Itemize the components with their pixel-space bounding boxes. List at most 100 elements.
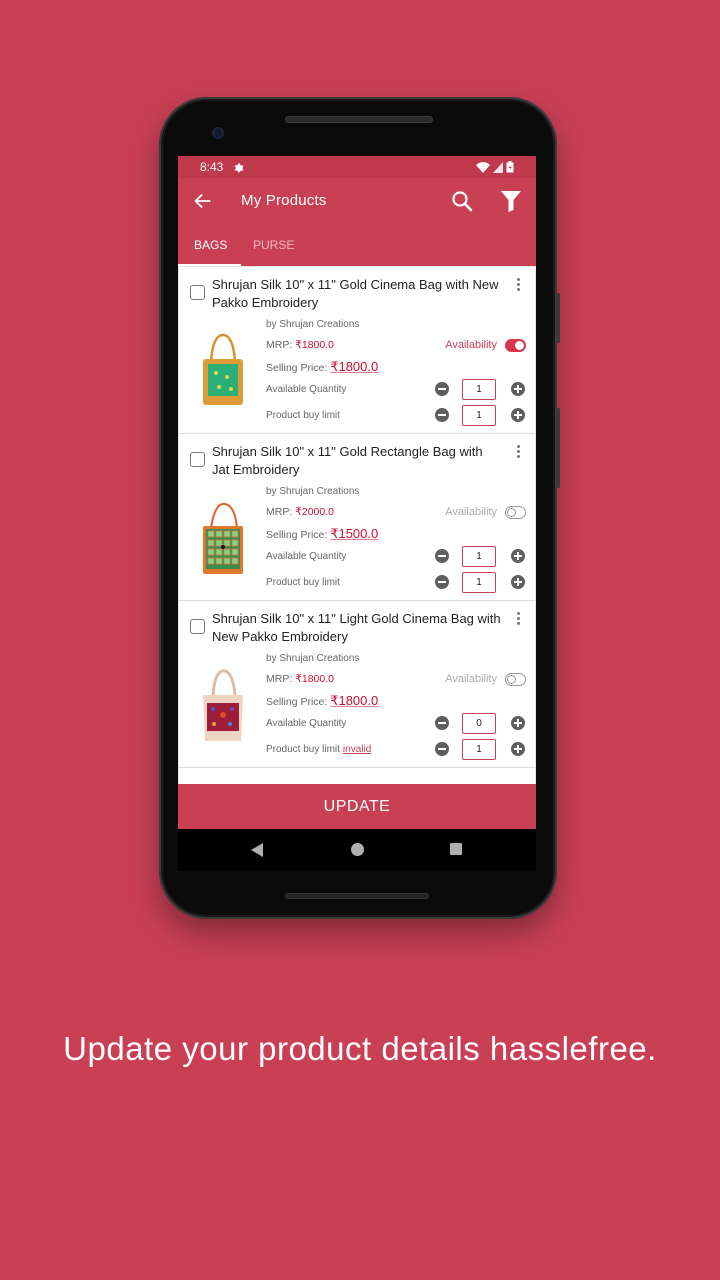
plus-icon[interactable]: [511, 575, 525, 589]
minus-icon[interactable]: [435, 575, 449, 589]
product-title: Shrujan Silk 10" x 11" Light Gold Cinema…: [212, 611, 501, 644]
buy-limit-text: Product buy limit: [266, 410, 340, 421]
filter-icon[interactable]: [500, 189, 522, 213]
status-time: 8:43: [200, 160, 224, 174]
product-image: [203, 669, 243, 741]
availability-toggle[interactable]: [505, 339, 526, 352]
available-quantity-label: Available Quantity: [266, 551, 347, 562]
available-quantity-stepper: 0: [435, 713, 525, 734]
minus-icon[interactable]: [435, 549, 449, 563]
plus-icon[interactable]: [511, 408, 525, 422]
product-image: [203, 502, 243, 574]
availability-toggle[interactable]: [505, 506, 526, 519]
buy-limit-stepper: 1: [435, 572, 525, 593]
minus-icon[interactable]: [435, 382, 449, 396]
tab-bags[interactable]: BAGS: [194, 238, 227, 252]
available-quantity-stepper: 1: [435, 379, 525, 400]
mrp-row: MRP: ₹1800.0: [266, 339, 334, 351]
product-title: Shrujan Silk 10" x 11" Gold Cinema Bag w…: [212, 277, 499, 310]
mrp-row: MRP: ₹2000.0: [266, 506, 334, 518]
buy-limit-label: Product buy limit: [266, 410, 340, 421]
buy-limit-input[interactable]: 1: [462, 405, 496, 426]
nav-home-icon[interactable]: [351, 843, 364, 856]
status-bar: 8:43: [178, 156, 536, 178]
mrp-value: ₹1800.0: [295, 673, 334, 685]
availability-toggle[interactable]: [505, 673, 526, 686]
search-icon[interactable]: [450, 189, 474, 213]
selling-price-value[interactable]: ₹1500.0: [330, 526, 378, 541]
minus-icon[interactable]: [435, 742, 449, 756]
promo-tagline: Update your product details hasslefree.: [63, 1030, 657, 1067]
more-options-icon[interactable]: [515, 612, 521, 626]
buy-limit-label: Product buy limit: [266, 577, 340, 588]
product-card: Shrujan Silk 10" x 11" Gold Cinema Bag w…: [178, 267, 536, 434]
buy-limit-label: Product buy limit invalid: [266, 744, 371, 755]
volume-button: [556, 408, 560, 488]
selling-price-row: Selling Price: ₹1800.0: [266, 359, 378, 375]
tab-indicator: [178, 264, 241, 266]
mrp-row: MRP: ₹1800.0: [266, 673, 334, 685]
mrp-value: ₹2000.0: [295, 506, 334, 518]
update-button[interactable]: UPDATE: [178, 784, 536, 829]
arrow-left-icon[interactable]: [192, 190, 214, 212]
more-options-icon[interactable]: [515, 278, 521, 292]
plus-icon[interactable]: [511, 716, 525, 730]
product-title: Shrujan Silk 10" x 11" Gold Rectangle Ba…: [212, 444, 483, 477]
selling-price-label: Selling Price:: [266, 529, 331, 541]
plus-icon[interactable]: [511, 382, 525, 396]
signal-icon: [493, 161, 503, 173]
buy-limit-error-link[interactable]: invalid: [343, 744, 371, 755]
select-checkbox[interactable]: [190, 619, 205, 634]
available-quantity-input[interactable]: 1: [462, 379, 496, 400]
buy-limit-text: Product buy limit: [266, 577, 340, 588]
plus-icon[interactable]: [511, 549, 525, 563]
buy-limit-input[interactable]: 1: [462, 739, 496, 760]
vendor-name: by Shrujan Creations: [266, 486, 360, 497]
select-checkbox[interactable]: [190, 452, 205, 467]
available-quantity-input[interactable]: 0: [462, 713, 496, 734]
product-card: Shrujan Silk 10" x 11" Light Gold Cinema…: [178, 601, 536, 768]
more-options-icon[interactable]: [515, 445, 521, 459]
selling-price-value[interactable]: ₹1800.0: [330, 359, 378, 374]
bottom-speaker: [285, 893, 429, 899]
plus-icon[interactable]: [511, 742, 525, 756]
availability-label: Availability: [445, 506, 497, 518]
gear-icon: [235, 162, 244, 172]
available-quantity-input[interactable]: 1: [462, 546, 496, 567]
select-checkbox[interactable]: [190, 285, 205, 300]
mrp-label: MRP:: [266, 506, 296, 518]
buy-limit-stepper: 1: [435, 405, 525, 426]
nav-recents-icon[interactable]: [450, 843, 462, 855]
available-quantity-stepper: 1: [435, 546, 525, 567]
selling-price-label: Selling Price:: [266, 362, 331, 374]
vendor-name: by Shrujan Creations: [266, 319, 360, 330]
buy-limit-input[interactable]: 1: [462, 572, 496, 593]
minus-icon[interactable]: [435, 716, 449, 730]
page-title: My Products: [241, 192, 327, 209]
tab-bar: BAGS PURSE: [178, 224, 536, 267]
wifi-icon: [476, 161, 490, 173]
battery-icon: [506, 161, 514, 173]
system-nav-bar: [178, 829, 536, 871]
mrp-value: ₹1800.0: [295, 339, 334, 351]
nav-back-icon[interactable]: [251, 843, 263, 857]
tab-purse[interactable]: PURSE: [253, 238, 294, 252]
minus-icon[interactable]: [435, 408, 449, 422]
app-screen: 8:43 My Products BAGS PURSE Shrujan Silk…: [178, 156, 536, 829]
availability-label: Availability: [445, 673, 497, 685]
vendor-name: by Shrujan Creations: [266, 653, 360, 664]
selling-price-value[interactable]: ₹1800.0: [330, 693, 378, 708]
earpiece-speaker: [285, 116, 433, 123]
availability-label: Availability: [445, 339, 497, 351]
buy-limit-stepper: 1: [435, 739, 525, 760]
front-camera: [212, 127, 224, 139]
product-list: Shrujan Silk 10" x 11" Gold Cinema Bag w…: [178, 267, 536, 788]
selling-price-row: Selling Price: ₹1500.0: [266, 526, 378, 542]
mrp-label: MRP:: [266, 673, 296, 685]
buy-limit-text: Product buy limit: [266, 744, 340, 755]
product-image: [203, 333, 243, 405]
app-bar: My Products: [178, 178, 536, 224]
product-card: Shrujan Silk 10" x 11" Gold Rectangle Ba…: [178, 434, 536, 601]
available-quantity-label: Available Quantity: [266, 718, 347, 729]
selling-price-row: Selling Price: ₹1800.0: [266, 693, 378, 709]
